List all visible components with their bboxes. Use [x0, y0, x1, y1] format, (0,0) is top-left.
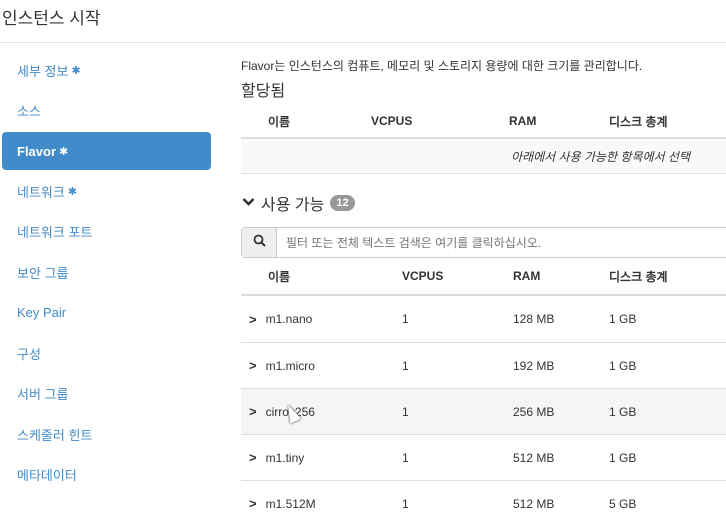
table-row[interactable]: > m1.tiny 1 512 MB 1 GB: [241, 434, 726, 480]
required-icon: ✱: [71, 64, 81, 77]
flavor-panel: Flavor는 인스턴스의 컴퓨트, 메모리 및 스토리지 용량에 대한 크기를…: [241, 50, 726, 526]
sidebar-item-label: 네트워크 포트: [17, 225, 93, 241]
column-vcpus[interactable]: VCPUS: [371, 114, 501, 128]
flavor-disk: 5 GB: [609, 496, 637, 511]
flavor-vcpus: 1: [402, 450, 409, 465]
flavor-name: m1.micro: [265, 358, 315, 373]
sidebar-item-label: 구성: [17, 346, 41, 362]
column-disk[interactable]: 디스크 총계: [609, 268, 726, 285]
column-vcpus[interactable]: VCPUS: [371, 269, 501, 283]
chevron-right-icon[interactable]: >: [249, 496, 257, 511]
divider: [0, 42, 726, 43]
search-bar: [241, 227, 726, 258]
sidebar-item-label: 세부 정보: [17, 63, 69, 79]
chevron-right-icon[interactable]: >: [249, 312, 257, 327]
flavor-name: m1.nano: [265, 312, 313, 326]
sidebar-item-scheduler-hints[interactable]: 스케줄러 힌트: [0, 414, 213, 455]
table-row[interactable]: > cirros256 1 256 MB 1 GB: [241, 388, 726, 434]
flavor-vcpus: 1: [402, 358, 409, 373]
page-title: 인스턴스 시작: [2, 9, 101, 28]
flavor-ram: 192 MB: [513, 358, 555, 373]
available-toggle[interactable]: 사용 가능 12: [242, 191, 726, 215]
column-disk[interactable]: 디스크 총계: [609, 113, 726, 130]
flavor-ram: 256 MB: [513, 404, 555, 419]
available-count-badge: 12: [330, 195, 355, 211]
flavor-name: m1.512M: [265, 496, 316, 511]
flavor-disk: 1 GB: [609, 404, 637, 419]
allocated-empty-message: 아래에서 사용 가능한 항목에서 선택: [241, 139, 726, 174]
sidebar-item-label: 네트워크: [17, 184, 65, 200]
sidebar-item-label: 소스: [17, 104, 41, 120]
flavor-disk: 1 GB: [609, 312, 637, 326]
column-ram[interactable]: RAM: [501, 269, 609, 283]
table-row[interactable]: > m1.nano 1 128 MB 1 GB: [241, 296, 726, 342]
sidebar-item-source[interactable]: 소스: [0, 91, 213, 132]
flavor-vcpus: 1: [402, 312, 409, 326]
column-name[interactable]: 이름: [241, 268, 371, 285]
required-icon: ✱: [59, 145, 69, 158]
chevron-right-icon[interactable]: >: [249, 358, 257, 373]
allocated-heading: 할당됨: [241, 83, 286, 100]
sidebar-item-network-ports[interactable]: 네트워크 포트: [0, 212, 213, 253]
flavor-ram: 512 MB: [513, 496, 555, 511]
sidebar-item-label: Key Pair: [17, 305, 67, 321]
chevron-right-icon[interactable]: >: [249, 404, 257, 419]
allocated-table-header: 이름 VCPUS RAM 디스크 총계: [241, 105, 726, 139]
flavor-ram: 128 MB: [513, 312, 555, 326]
sidebar-item-label: 메타데이터: [17, 468, 77, 484]
help-text: Flavor는 인스턴스의 컴퓨트, 메모리 및 스토리지 용량에 대한 크기를…: [241, 59, 643, 73]
column-ram[interactable]: RAM: [501, 114, 609, 128]
sidebar-item-metadata[interactable]: 메타데이터: [0, 455, 213, 496]
available-table-header: 이름 VCPUS RAM 디스크 총계: [241, 258, 726, 296]
flavor-vcpus: 1: [402, 496, 409, 511]
flavor-disk: 1 GB: [609, 358, 637, 373]
sidebar-item-label: 보안 그룹: [17, 265, 69, 281]
search-button[interactable]: [242, 228, 277, 257]
sidebar-item-configuration[interactable]: 구성: [0, 333, 213, 374]
chevron-right-icon[interactable]: >: [249, 450, 257, 465]
sidebar-item-details[interactable]: 세부 정보 ✱: [0, 50, 213, 91]
sidebar-item-server-groups[interactable]: 서버 그룹: [0, 374, 213, 415]
sidebar-item-label: 스케줄러 힌트: [17, 427, 93, 443]
table-row[interactable]: > m1.micro 1 192 MB 1 GB: [241, 342, 726, 388]
required-icon: ✱: [67, 185, 78, 198]
sidebar-item-label: 서버 그룹: [17, 387, 69, 403]
chevron-down-icon: [242, 194, 255, 212]
flavor-vcpus: 1: [402, 404, 409, 419]
flavor-name: m1.tiny: [265, 450, 305, 465]
wizard-sidebar: 세부 정보 ✱ 소스 Flavor ✱ 네트워크 ✱ 네트워크 포트 보안 그룹 Ke…: [0, 50, 213, 495]
sidebar-item-security-groups[interactable]: 보안 그룹: [0, 252, 213, 293]
sidebar-item-label: Flavor: [17, 143, 57, 159]
sidebar-item-flavor[interactable]: Flavor ✱: [2, 132, 211, 170]
sidebar-item-network[interactable]: 네트워크 ✱: [0, 171, 213, 212]
flavor-disk: 1 GB: [609, 450, 637, 465]
table-row[interactable]: > m1.512M 1 512 MB 5 GB: [241, 480, 726, 526]
available-heading: 사용 가능: [261, 197, 325, 214]
column-name[interactable]: 이름: [241, 113, 371, 130]
flavor-ram: 512 MB: [513, 450, 555, 465]
search-icon: [253, 234, 266, 252]
sidebar-item-key-pair[interactable]: Key Pair: [0, 293, 213, 334]
search-input[interactable]: [277, 228, 726, 257]
